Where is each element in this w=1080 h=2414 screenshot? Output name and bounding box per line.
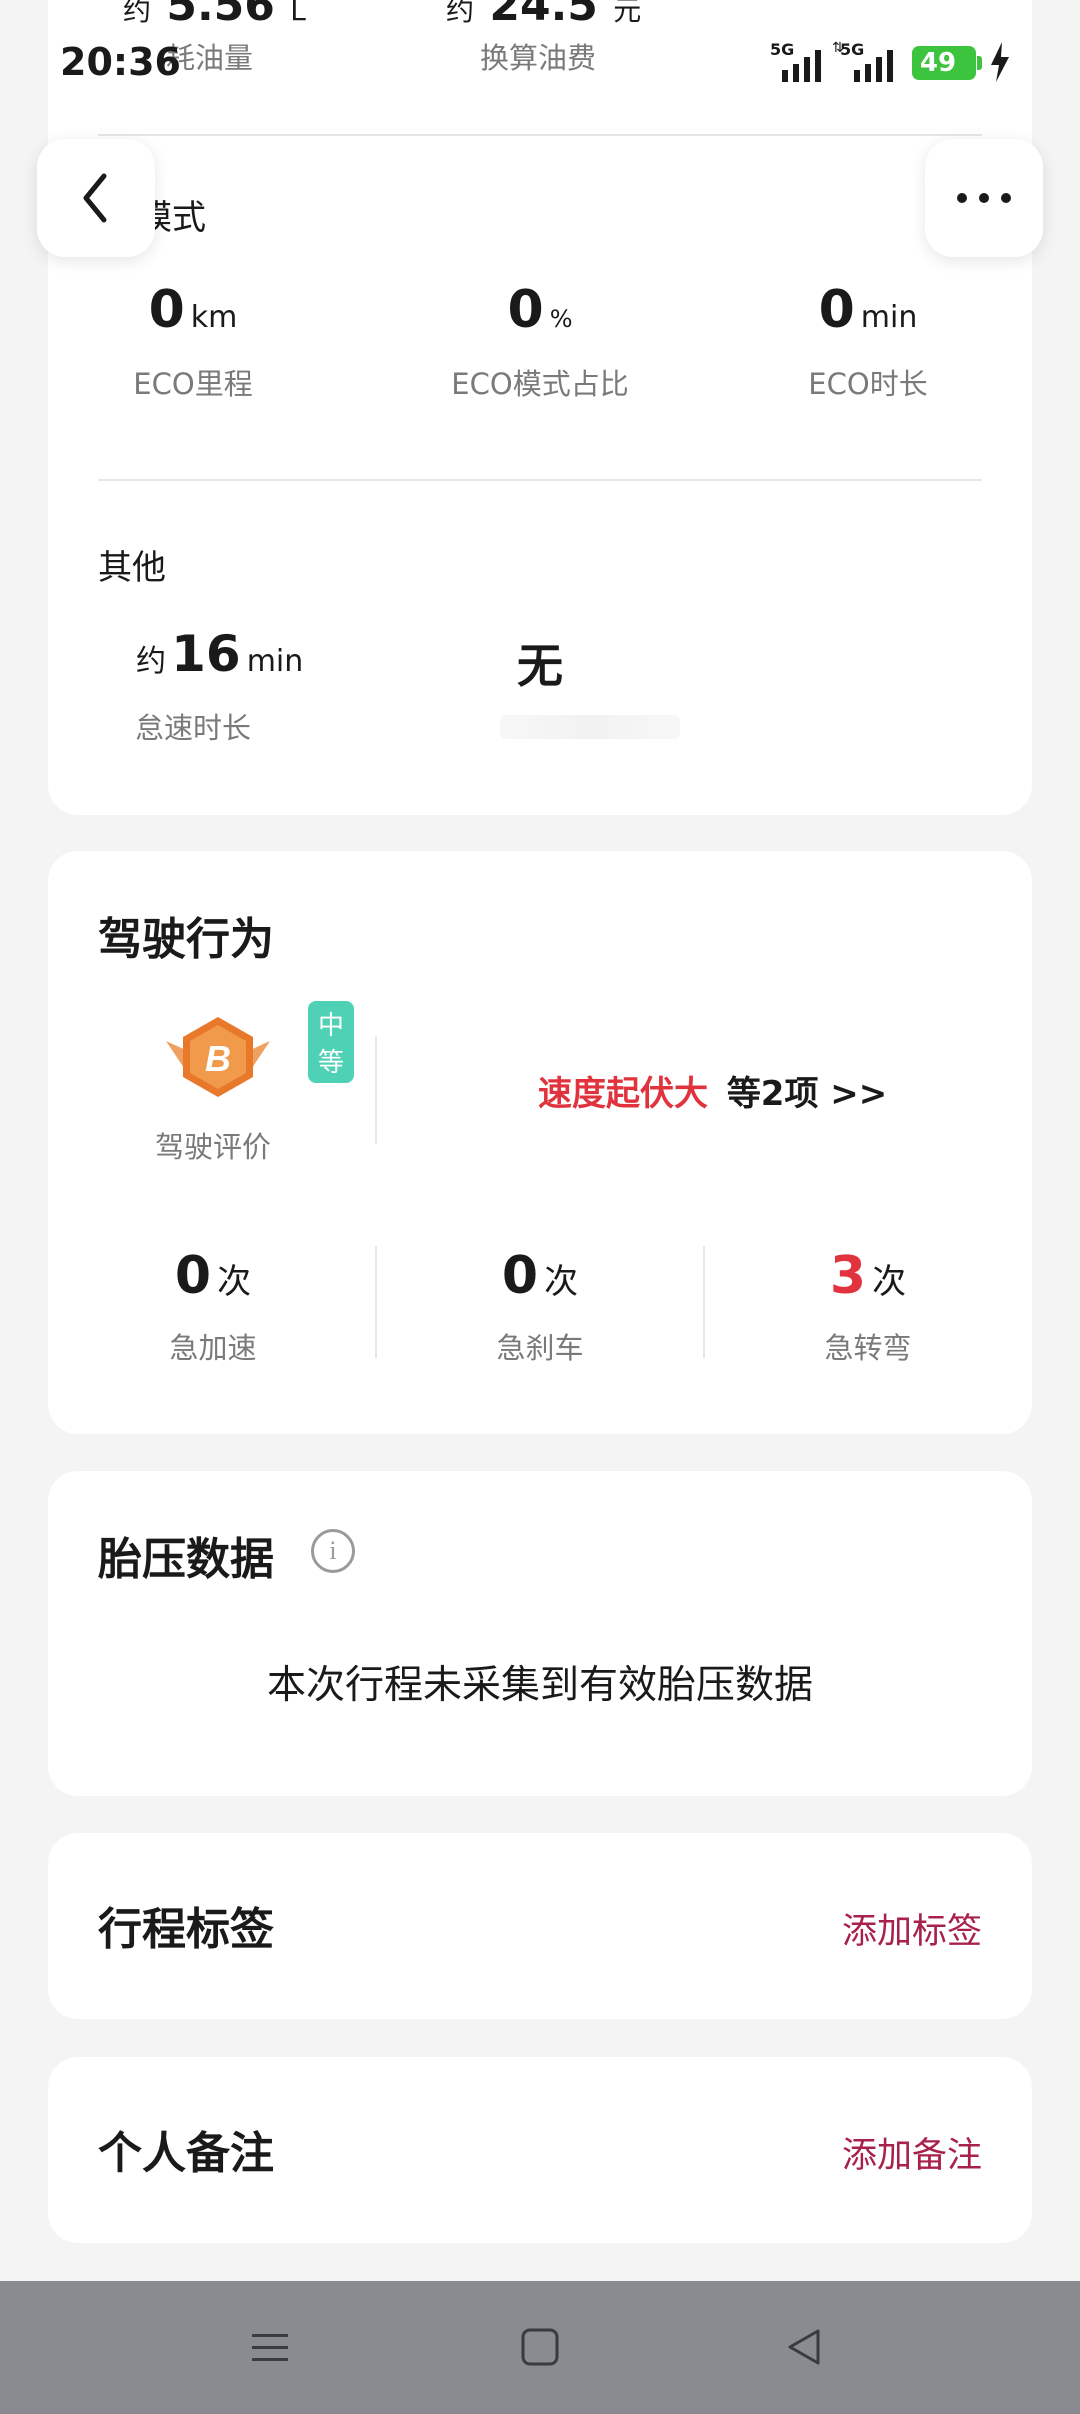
chevron-left-icon: [83, 173, 107, 223]
info-icon[interactable]: i: [311, 1529, 355, 1573]
rapid-accel: 0次: [88, 1246, 338, 1306]
eco-ratio-unit: %: [549, 305, 573, 333]
eco-duration-unit: min: [860, 300, 918, 335]
trip-summary-card: 约 5.56 L 约 24.5 元 耗油量 换算油费 模式 0 km ECO里程 …: [48, 0, 1032, 815]
battery-icon: 49: [912, 46, 982, 80]
tire-section-title: 胎压数据: [98, 1534, 274, 1585]
eco-mileage-label: ECO里程: [133, 367, 253, 401]
divider: [98, 134, 982, 136]
eco-mileage: 0 km: [68, 280, 318, 340]
tags-section-title: 行程标签: [98, 1904, 274, 1955]
divider: [703, 1246, 705, 1358]
back-button[interactable]: [37, 139, 155, 257]
hard-brake: 0次: [415, 1246, 665, 1306]
notes-section-title: 个人备注: [98, 2128, 274, 2179]
sharp-turn-label: 急转弯: [824, 1331, 912, 1365]
eco-mileage-value: 0: [148, 280, 185, 340]
eco-ratio-value: 0: [507, 280, 544, 340]
divider: [375, 1246, 377, 1358]
svg-text:B: B: [205, 1038, 231, 1079]
obscured-label: [500, 715, 680, 739]
grade-label: 驾驶评价: [154, 1130, 271, 1164]
rapid-accel-unit: 次: [217, 1262, 252, 1302]
eco-ratio: 0%: [415, 280, 665, 340]
divider: [98, 479, 982, 481]
idle-unit: min: [246, 644, 304, 679]
eco-duration-label: ECO时长: [808, 367, 928, 401]
eco-mileage-unit: km: [190, 300, 238, 335]
divider: [375, 1036, 377, 1144]
idle-label: 怠速时长: [134, 711, 251, 745]
add-note-link[interactable]: 添加备注: [842, 2127, 982, 2178]
issue-highlight: 速度起伏大: [538, 1074, 708, 1114]
sharp-turn-value: 3: [829, 1246, 867, 1306]
sharp-turn: 3次: [743, 1246, 993, 1306]
eco-ratio-label: ECO模式占比: [451, 367, 629, 401]
battery-level: 49: [919, 48, 957, 78]
rapid-accel-label: 急加速: [169, 1331, 257, 1365]
back-nav-icon[interactable]: [782, 2325, 826, 2369]
idle-prefix: 约: [136, 644, 166, 679]
status-bar: 20:36 5G 5G ⇅ 49: [0, 0, 1080, 110]
signal-icon: 5G: [770, 40, 826, 84]
idle-value: 16: [171, 625, 241, 683]
other-second-value: 无: [517, 639, 563, 693]
menu-icon[interactable]: [248, 2326, 292, 2370]
sharp-turn-unit: 次: [872, 1262, 907, 1302]
more-dots-icon: [957, 193, 1011, 203]
driving-issues-link[interactable]: 速度起伏大 等2项 >>: [538, 1066, 887, 1115]
system-nav-bar: [0, 2281, 1080, 2414]
data-arrows-icon: ⇅: [832, 40, 844, 56]
issue-rest: 等2项 >>: [726, 1074, 888, 1114]
rapid-accel-value: 0: [174, 1246, 212, 1306]
driving-behavior-card: 驾驶行为 B 中等 驾驶评价 速度起伏大 等2项 >> 0次 急加速 0次 急刹…: [48, 851, 1032, 1434]
other-section-title: 其他: [98, 548, 166, 588]
grade-badge: 中等: [308, 1001, 355, 1083]
medal-icon: B: [166, 1017, 270, 1097]
hard-brake-unit: 次: [544, 1262, 579, 1302]
idle-time: 约 16 min: [136, 625, 303, 683]
signal-icon: 5G ⇅: [832, 40, 898, 84]
personal-notes-card: 个人备注 添加备注: [48, 2057, 1032, 2243]
home-icon[interactable]: [518, 2325, 562, 2369]
add-tag-link[interactable]: 添加标签: [842, 1903, 982, 1954]
hard-brake-value: 0: [501, 1246, 539, 1306]
eco-duration: 0 min: [743, 280, 993, 340]
tire-message: 本次行程未采集到有效胎压数据: [266, 1663, 813, 1708]
trip-tags-card: 行程标签 添加标签: [48, 1833, 1032, 2019]
hard-brake-label: 急刹车: [496, 1331, 584, 1365]
charging-icon: [988, 40, 1012, 88]
eco-duration-value: 0: [818, 280, 855, 340]
grade-medal[interactable]: B 中等: [158, 1001, 355, 1111]
more-button[interactable]: [925, 139, 1043, 257]
driving-section-title: 驾驶行为: [98, 914, 274, 965]
status-time: 20:36: [60, 40, 181, 84]
tire-pressure-card: 胎压数据 i 本次行程未采集到有效胎压数据: [48, 1471, 1032, 1796]
